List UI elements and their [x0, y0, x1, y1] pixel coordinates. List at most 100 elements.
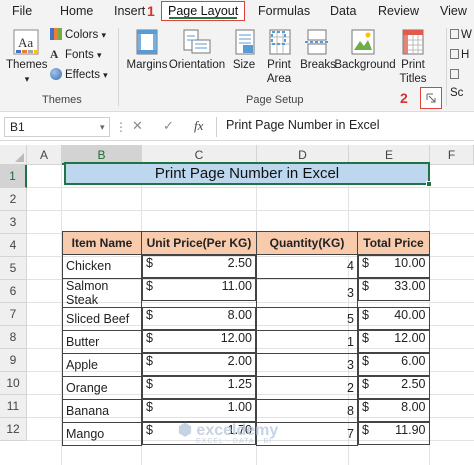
- cell-total-price[interactable]: $11.90: [358, 422, 430, 445]
- row-header-9[interactable]: 9: [0, 349, 27, 372]
- cell-unit-price[interactable]: $1.25: [142, 376, 256, 399]
- row-header-11[interactable]: 11: [0, 395, 27, 418]
- height-control[interactable]: H: [450, 46, 469, 64]
- effects-icon: [50, 68, 62, 80]
- sheet-title-cell[interactable]: Print Page Number in Excel: [64, 162, 430, 185]
- col-header-f[interactable]: F: [430, 145, 474, 165]
- cell-item-name[interactable]: Mango: [62, 421, 142, 446]
- row-header-6[interactable]: 6: [0, 280, 27, 303]
- colors-label: Colors: [65, 29, 99, 41]
- tab-page-layout[interactable]: Page Layout: [161, 1, 246, 21]
- cell-unit-price[interactable]: $11.00: [142, 278, 256, 301]
- cell-item-name[interactable]: Orange: [62, 375, 142, 400]
- col-header-a[interactable]: A: [27, 145, 62, 165]
- select-all-corner[interactable]: [0, 145, 27, 165]
- fill-handle[interactable]: [426, 181, 432, 187]
- print-titles-button[interactable]: Print Titles: [394, 58, 432, 86]
- cell-quantity[interactable]: 2: [256, 375, 358, 400]
- currency-symbol: $: [146, 331, 153, 345]
- fonts-button[interactable]: A Fonts ▾: [50, 46, 102, 64]
- row-header-12[interactable]: 12: [0, 418, 27, 441]
- orientation-icon[interactable]: [182, 28, 212, 59]
- row-header-10[interactable]: 10: [0, 372, 27, 395]
- size-button[interactable]: Size: [228, 58, 260, 72]
- row-header-1[interactable]: 1: [0, 165, 27, 188]
- cell-total-price[interactable]: $12.00: [358, 330, 430, 353]
- name-box[interactable]: B1: [4, 117, 110, 137]
- cell-quantity[interactable]: 3: [256, 277, 358, 308]
- cell-total-price[interactable]: $33.00: [358, 278, 430, 301]
- row-header-3[interactable]: 3: [0, 211, 27, 234]
- breaks-icon[interactable]: [305, 28, 329, 59]
- formula-input[interactable]: Print Page Number in Excel: [226, 118, 380, 132]
- tab-file[interactable]: File: [12, 2, 32, 22]
- name-box-chevron-down-icon[interactable]: ▾: [100, 122, 105, 133]
- print-area-icon[interactable]: [268, 28, 292, 59]
- table-row: Sliced Beef $8.00 5 $40.00: [62, 306, 430, 331]
- cell-item-name[interactable]: Chicken: [62, 254, 142, 279]
- size-icon[interactable]: [233, 28, 257, 59]
- ribbon-tab-bar: File Home Insert 1 Page Layout Formulas …: [0, 0, 474, 24]
- cell-quantity[interactable]: 4: [256, 254, 358, 279]
- group-divider: [446, 28, 447, 106]
- orientation-button[interactable]: Orientation: [168, 58, 226, 72]
- header-total-price[interactable]: Total Price: [357, 231, 430, 255]
- cell-item-name[interactable]: Sliced Beef: [62, 306, 142, 331]
- themes-dropdown-caret[interactable]: ▾: [20, 72, 34, 86]
- row-header-5[interactable]: 5: [0, 257, 27, 280]
- margins-icon[interactable]: [134, 28, 160, 59]
- cell-unit-price[interactable]: $2.50: [142, 255, 256, 278]
- total-price-value: 11.90: [395, 423, 426, 437]
- cell-item-name[interactable]: Apple: [62, 352, 142, 377]
- table-row: Orange $1.25 2 $2.50: [62, 375, 430, 400]
- header-unit-price[interactable]: Unit Price(Per KG): [141, 231, 257, 255]
- cell-item-name[interactable]: Banana: [62, 398, 142, 423]
- margins-button[interactable]: Margins: [124, 58, 170, 72]
- cell-total-price[interactable]: $8.00: [358, 399, 430, 422]
- cell-quantity[interactable]: 8: [256, 398, 358, 423]
- themes-button-label[interactable]: Themes: [6, 58, 48, 72]
- cell-total-price[interactable]: $2.50: [358, 376, 430, 399]
- cancel-entry-button[interactable]: ✕: [132, 118, 143, 134]
- cell-total-price[interactable]: $10.00: [358, 255, 430, 278]
- cell-quantity[interactable]: 5: [256, 306, 358, 331]
- width-control[interactable]: W: [450, 26, 472, 44]
- row-header-7[interactable]: 7: [0, 303, 27, 326]
- price-table: Item Name Unit Price(Per KG) Quantity(KG…: [62, 231, 430, 446]
- cell-total-price[interactable]: $6.00: [358, 353, 430, 376]
- watermark-brand: exceldemy: [196, 422, 279, 439]
- cell-total-price[interactable]: $40.00: [358, 307, 430, 330]
- svg-text:Aa: Aa: [18, 35, 33, 50]
- effects-button[interactable]: Effects ▾: [50, 66, 108, 84]
- cell-item-name[interactable]: Salmon Steak: [62, 277, 142, 308]
- tab-home[interactable]: Home: [60, 2, 93, 22]
- header-quantity[interactable]: Quantity(KG): [256, 231, 358, 255]
- row-header-8[interactable]: 8: [0, 326, 27, 349]
- print-area-button[interactable]: Print Area: [258, 58, 300, 86]
- tab-view[interactable]: View: [440, 2, 467, 22]
- colors-button[interactable]: Colors ▾: [50, 26, 106, 44]
- tab-data[interactable]: Data: [330, 2, 356, 22]
- cell-item-name[interactable]: Butter: [62, 329, 142, 354]
- themes-icon[interactable]: Aa: [12, 28, 42, 61]
- cell-unit-price[interactable]: $1.00: [142, 399, 256, 422]
- enter-entry-button[interactable]: ✓: [163, 118, 174, 134]
- cell-unit-price[interactable]: $8.00: [142, 307, 256, 330]
- tab-insert[interactable]: Insert: [114, 2, 145, 22]
- scale-control[interactable]: Sc: [450, 66, 474, 99]
- tab-review[interactable]: Review: [378, 2, 419, 22]
- cell-quantity[interactable]: 3: [256, 352, 358, 377]
- insert-function-button[interactable]: fx: [194, 118, 203, 134]
- cell-unit-price[interactable]: $2.00: [142, 353, 256, 376]
- cell-unit-price[interactable]: $12.00: [142, 330, 256, 353]
- row-header-2[interactable]: 2: [0, 188, 27, 211]
- background-icon[interactable]: [350, 28, 376, 59]
- row-header-4[interactable]: 4: [0, 234, 27, 257]
- cell-quantity[interactable]: 1: [256, 329, 358, 354]
- header-item-name[interactable]: Item Name: [62, 231, 142, 255]
- tab-formulas[interactable]: Formulas: [258, 2, 310, 22]
- breaks-button[interactable]: Breaks: [298, 58, 338, 72]
- background-button[interactable]: Background: [334, 58, 396, 72]
- print-titles-icon[interactable]: [401, 28, 425, 59]
- page-setup-dialog-launcher[interactable]: [420, 87, 442, 109]
